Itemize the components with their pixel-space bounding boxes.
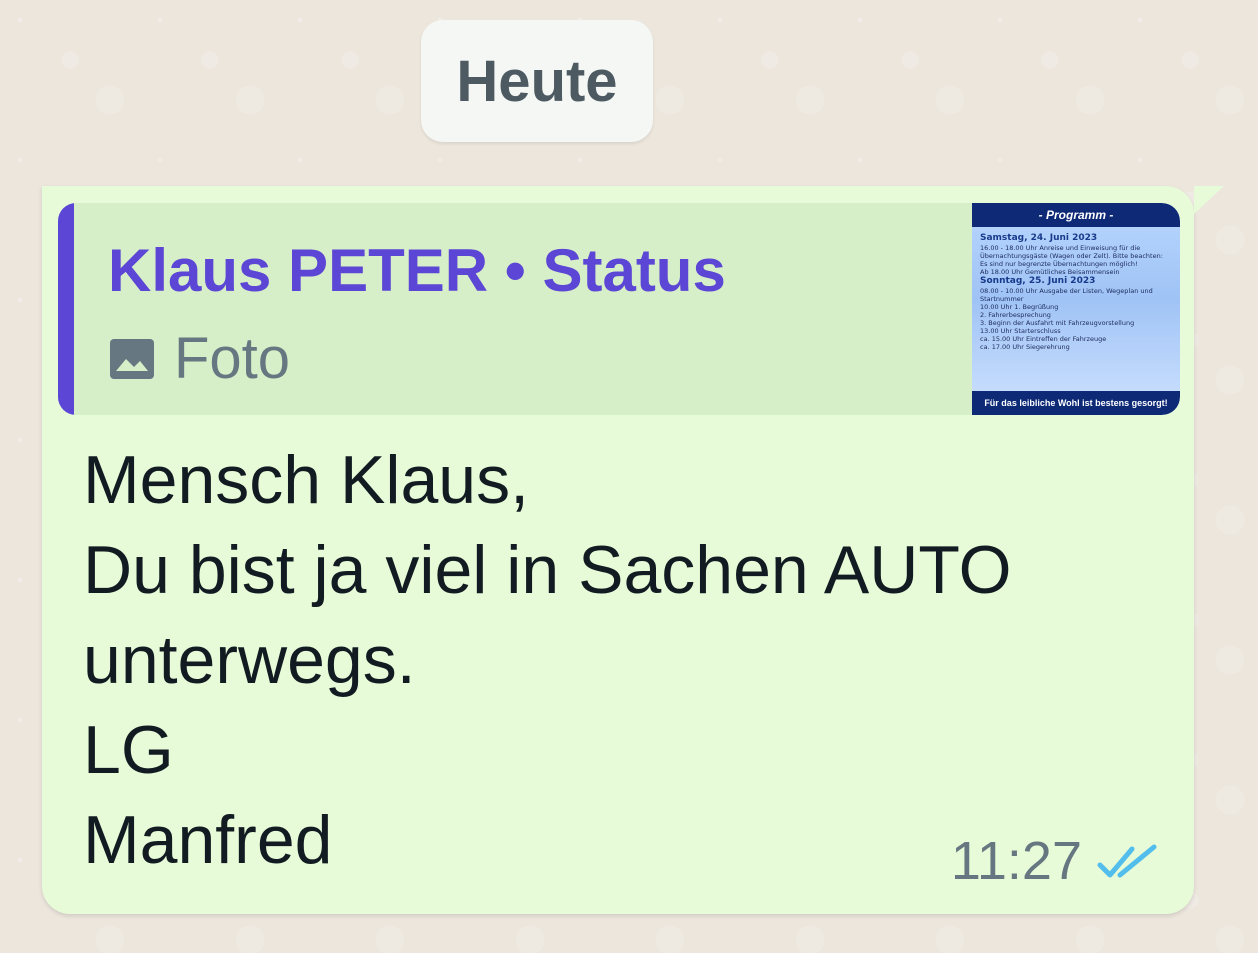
image-icon bbox=[108, 337, 156, 381]
message-time: 11:27 bbox=[950, 831, 1082, 891]
status-thumbnail[interactable]: - Programm - Samstag, 24. Juni 2023 16.0… bbox=[972, 203, 1180, 415]
quote-accent-bar bbox=[58, 203, 74, 415]
thumbnail-footer: Für das leibliche Wohl ist bestens gesor… bbox=[972, 391, 1180, 415]
thumbnail-line-3: Ab 18.00 Uhr Gemütliches Beisammensein bbox=[980, 268, 1120, 276]
date-chip: Heute bbox=[421, 20, 653, 142]
date-label: Heute bbox=[456, 48, 618, 114]
message-text: Mensch Klaus, Du bist ja viel in Sachen … bbox=[83, 442, 1012, 878]
thumbnail-line-5: 10.00 Uhr 1. Begrüßung bbox=[980, 303, 1059, 311]
quoted-status-reply[interactable]: Klaus PETER • Status Foto - Programm - S… bbox=[58, 203, 1180, 415]
quoted-media-line: Foto bbox=[108, 325, 290, 392]
thumbnail-line-8: 13.00 Uhr Starterschluss bbox=[980, 327, 1061, 335]
thumbnail-line-10: ca. 17.00 Uhr Siegerehrung bbox=[980, 343, 1070, 351]
thumbnail-program-text: Samstag, 24. Juni 2023 16.00 - 18.00 Uhr… bbox=[980, 233, 1172, 387]
double-check-icon bbox=[1096, 841, 1160, 881]
thumbnail-line-1: 16.00 - 18.00 Uhr Anreise und Einweisung… bbox=[980, 244, 1163, 260]
thumbnail-line-9: ca. 15.00 Uhr Eintreffen der Fahrzeuge bbox=[980, 335, 1107, 343]
thumbnail-date-1: Samstag, 24. Juni 2023 bbox=[980, 233, 1098, 243]
message-meta: 11:27 bbox=[951, 830, 1160, 892]
thumbnail-line-2: Es sind nur begrenzte Übernachtungen mög… bbox=[980, 260, 1138, 268]
thumbnail-line-6: 2. Fahrerbesprechung bbox=[980, 311, 1051, 319]
thumbnail-line-7: 3. Beginn der Ausfahrt mit Fahrzeugvorst… bbox=[980, 319, 1135, 327]
thumbnail-line-4: 08.00 - 10.00 Uhr Ausgabe der Listen, We… bbox=[980, 287, 1153, 303]
thumbnail-header: - Programm - bbox=[972, 203, 1180, 227]
quoted-author-title: Klaus PETER • Status bbox=[108, 237, 726, 304]
bubble-tail bbox=[1194, 186, 1224, 214]
thumbnail-date-2: Sonntag, 25. Juni 2023 bbox=[980, 276, 1096, 286]
message-bubble[interactable]: Klaus PETER • Status Foto - Programm - S… bbox=[42, 186, 1224, 914]
quoted-media-label: Foto bbox=[174, 326, 291, 391]
